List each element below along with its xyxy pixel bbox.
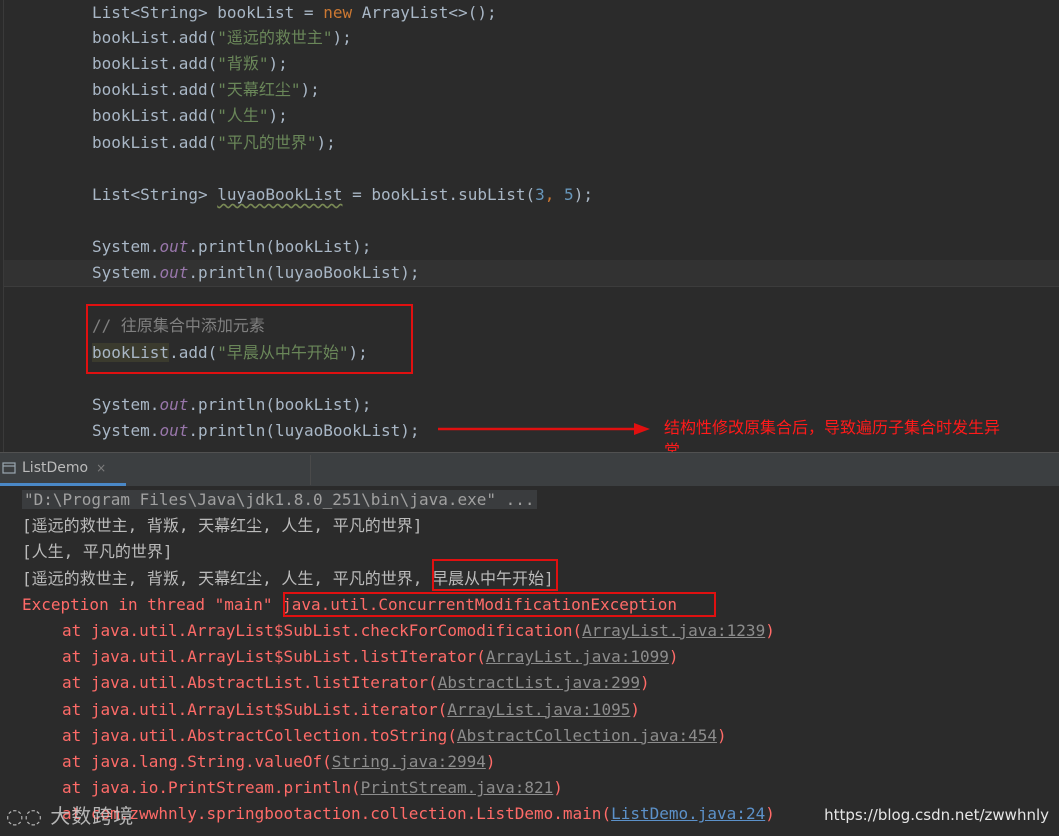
stack-trace-line: at com.zwwhnly.springbootaction.collecti… <box>62 804 775 824</box>
logo-icon: ◌◌ <box>6 804 51 828</box>
console-output-line: [遥远的救世主, 背叛, 天幕红尘, 人生, 平凡的世界] <box>22 516 423 535</box>
code-line[interactable]: System.out.println(luyaoBookList); <box>92 418 420 444</box>
source-link[interactable]: AbstractList.java:299 <box>438 673 640 692</box>
close-icon[interactable]: × <box>96 461 106 475</box>
source-link[interactable]: ListDemo.java:24 <box>611 804 765 823</box>
stack-trace-line: at java.io.PrintStream.println(PrintStre… <box>62 778 563 798</box>
source-link[interactable]: PrintStream.java:821 <box>361 778 554 797</box>
tab-label: ListDemo <box>22 460 89 476</box>
code-line[interactable]: bookList.add("天幕红尘"); <box>92 77 320 103</box>
code-line[interactable]: List<String> luyaoBookList = bookList.su… <box>92 182 593 208</box>
code-line[interactable]: System.out.println(luyaoBookList); <box>92 260 420 286</box>
console-output[interactable]: "D:\Program Files\Java\jdk1.8.0_251\bin\… <box>0 486 1059 836</box>
highlight-box-add-element <box>86 304 413 374</box>
watermark-logo: ◌◌ 大数跨境 <box>6 804 135 828</box>
stack-trace-line: at java.util.AbstractCollection.toString… <box>62 725 727 745</box>
stack-trace-line: at java.util.AbstractList.listIterator(A… <box>62 673 650 693</box>
stack-trace-line: at java.util.ArrayList$SubList.listItera… <box>62 647 679 667</box>
tabbar-divider <box>310 455 311 485</box>
highlight-box-exception <box>283 592 716 617</box>
code-line[interactable]: bookList.add("背叛"); <box>92 51 288 77</box>
source-link[interactable]: ArrayList.java:1095 <box>447 700 630 719</box>
stack-trace-line: at java.lang.String.valueOf(String.java:… <box>62 752 496 771</box>
source-link[interactable]: ArrayList.java:1099 <box>486 647 669 666</box>
code-line[interactable]: bookList.add("人生"); <box>92 103 288 129</box>
source-link[interactable]: String.java:2994 <box>332 752 486 771</box>
gutter-divider <box>3 0 4 452</box>
code-line[interactable]: bookList.add("平凡的世界"); <box>92 130 336 156</box>
annotation-text: 结构性修改原集合后，导致遍历子集合时发生异常 <box>664 418 1001 452</box>
source-link[interactable]: ArrayList.java:1239 <box>582 621 765 640</box>
watermark-url: https://blog.csdn.net/zwwhnly <box>824 806 1049 824</box>
arrow-right-icon <box>438 423 650 435</box>
console-icon <box>2 462 16 474</box>
tab-listdemo[interactable]: ListDemo × <box>0 453 126 486</box>
console-output-line: [人生, 平凡的世界] <box>22 542 173 561</box>
stack-trace-line: at java.util.ArrayList$SubList.iterator(… <box>62 699 640 719</box>
code-editor[interactable]: List<String> bookList = new ArrayList<>(… <box>0 0 1059 452</box>
code-line[interactable]: List<String> bookList = new ArrayList<>(… <box>92 0 497 26</box>
highlight-box-added-element <box>432 559 558 591</box>
code-line[interactable]: System.out.println(bookList); <box>92 392 371 418</box>
stack-trace-line: at java.util.ArrayList$SubList.checkForC… <box>62 621 775 640</box>
code-line[interactable]: bookList.add("遥远的救世主"); <box>92 25 352 51</box>
run-tool-window-tabbar: ListDemo × <box>0 452 1059 486</box>
console-command-line: "D:\Program Files\Java\jdk1.8.0_251\bin\… <box>22 490 537 509</box>
fold-divider <box>4 286 1059 287</box>
source-link[interactable]: AbstractCollection.java:454 <box>457 726 717 745</box>
code-line[interactable]: System.out.println(bookList); <box>92 234 371 260</box>
